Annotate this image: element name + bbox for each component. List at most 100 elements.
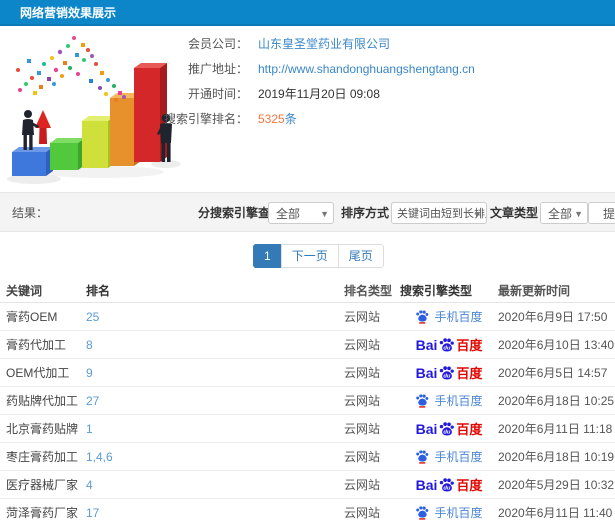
rank-link[interactable]: 8	[86, 338, 344, 352]
ranking-count-unit: 条	[284, 112, 297, 126]
rank-link[interactable]: 17	[86, 506, 344, 520]
engine-type-cell: 手机百度	[400, 308, 498, 325]
ranking-count-value[interactable]: 5325条	[258, 110, 297, 127]
info-row-open-time: 开通时间： 2019年11月20日 09:08	[158, 81, 615, 106]
sort-filter-label: 排序方式	[341, 206, 390, 220]
header-keyword: 关键词	[6, 283, 43, 298]
svg-text:du: du	[444, 346, 452, 352]
table-header-row: 关键词 排名 排名类型 搜索引擎类型 最新更新时间	[0, 278, 615, 303]
company-link[interactable]: 山东皇圣堂药业有限公司	[258, 35, 390, 52]
keyword-cell: OEM代加工	[6, 366, 70, 380]
engine-filter-select[interactable]: 全部 ▼	[268, 202, 334, 224]
rank-type-cell: 云网站	[344, 506, 381, 520]
table-row: 膏药OEM 25 云网站 手机百度 2020年6月9日 17:50	[0, 303, 615, 331]
rank-type-cell: 云网站	[344, 450, 381, 464]
keyword-cell: 膏药代加工	[6, 338, 67, 352]
baidu-paw-icon: du	[440, 366, 455, 380]
baidu-logo: Bai du 百度	[416, 419, 483, 438]
article-type-value: 全部	[548, 207, 573, 221]
businessman-left	[22, 110, 39, 150]
baidu-logo: Bai du 百度	[416, 363, 483, 382]
mobile-baidu-paw-icon	[416, 506, 429, 520]
last-page-button[interactable]: 尾页	[337, 244, 384, 268]
rank-type-cell: 云网站	[344, 478, 381, 492]
mobile-baidu-paw-icon	[416, 310, 429, 324]
baidu-logo-cn: 百度	[456, 422, 483, 437]
open-time-label: 开通时间：	[187, 87, 248, 101]
rank-type-cell: 云网站	[344, 338, 381, 352]
keyword-cell: 药贴牌代加工	[6, 394, 79, 408]
result-label: 结果：	[12, 206, 49, 220]
engine-type-cell: 手机百度	[400, 392, 498, 409]
updated-cell: 2020年6月5日 14:57	[498, 366, 608, 380]
sort-filter-select[interactable]: 关键词由短到长排序 ▼	[391, 202, 487, 224]
keyword-cell: 北京膏药贴牌	[6, 422, 79, 436]
rank-link[interactable]: 1	[86, 422, 344, 436]
engine-type-cell: Bai du 百度	[400, 335, 498, 354]
promo-url-label: 推广地址：	[187, 62, 248, 76]
rank-type-cell: 云网站	[344, 310, 381, 324]
company-info-panel: 会员公司： 山东皇圣堂药业有限公司 推广地址： http://www.shand…	[158, 31, 615, 131]
chevron-down-icon: ▼	[320, 209, 329, 219]
svg-text:du: du	[444, 430, 452, 436]
updated-cell: 2020年6月9日 17:50	[498, 310, 608, 324]
rank-type-cell: 云网站	[344, 394, 381, 408]
rank-link[interactable]: 27	[86, 394, 344, 408]
baidu-logo-bai: Bai	[415, 336, 438, 353]
engine-filter-value: 全部	[276, 207, 301, 221]
baidu-paw-icon: du	[440, 338, 455, 352]
rank-link[interactable]: 25	[86, 310, 344, 324]
updated-cell: 2020年6月11日 11:40	[498, 506, 613, 520]
keyword-cell: 医疗器械厂家	[6, 478, 79, 492]
mobile-baidu-logo: 手机百度	[415, 448, 483, 465]
rank-type-cell: 云网站	[344, 366, 381, 380]
table-row: 枣庄膏药加工 1,4,6 云网站 手机百度 2020年6月18日 10:19	[0, 443, 615, 471]
table-body: 膏药OEM 25 云网站 手机百度 2020年6月9日 17:50 膏药代加工 8 云网站 Ba…	[0, 303, 615, 520]
baidu-logo-bai: Bai	[415, 364, 438, 381]
header-engine-type: 搜索引擎类型	[400, 283, 473, 298]
bar-chart-illustration	[7, 36, 181, 184]
engine-type-cell: 手机百度	[400, 504, 498, 520]
article-type-select[interactable]: 全部 ▼	[540, 202, 588, 224]
table-row: 北京膏药贴牌 1 云网站 Bai du 百度 2020年6月11日 11:18	[0, 415, 615, 443]
page-1-button[interactable]: 1	[253, 244, 282, 268]
table-row: 药贴牌代加工 27 云网站 手机百度 2020年6月18日 10:25	[0, 387, 615, 415]
mobile-baidu-label: 手机百度	[434, 394, 483, 408]
mobile-baidu-label: 手机百度	[434, 506, 483, 520]
updated-cell: 2020年5月29日 10:32	[498, 478, 615, 492]
baidu-logo-cn: 百度	[456, 338, 483, 353]
engine-type-cell: Bai du 百度	[400, 475, 498, 494]
updated-cell: 2020年6月10日 13:40	[498, 338, 615, 352]
info-row-company: 会员公司： 山东皇圣堂药业有限公司	[158, 31, 615, 56]
engine-type-cell: Bai du 百度	[400, 419, 498, 438]
rank-link[interactable]: 9	[86, 366, 344, 380]
updated-cell: 2020年6月18日 10:19	[498, 450, 615, 464]
keyword-cell: 菏泽膏药厂家	[6, 506, 79, 520]
rank-type-cell: 云网站	[344, 422, 381, 436]
table-row: OEM代加工 9 云网站 Bai du 百度 2020年6月5日 14:57	[0, 359, 615, 387]
info-row-ranking-count: 搜索引擎排名： 5325条	[158, 106, 615, 131]
mobile-baidu-label: 手机百度	[434, 310, 483, 324]
article-type-label: 文章类型	[490, 206, 539, 220]
updated-cell: 2020年6月18日 10:25	[498, 394, 615, 408]
svg-text:du: du	[444, 486, 452, 492]
next-page-button[interactable]: 下一页	[280, 244, 339, 268]
mobile-baidu-logo: 手机百度	[415, 392, 483, 409]
info-row-url: 推广地址： http://www.shandonghuangshengtang.…	[158, 56, 615, 81]
page-title: 网络营销效果展示	[0, 0, 615, 26]
ranking-count-number: 5325	[258, 112, 285, 126]
rank-link[interactable]: 4	[86, 478, 344, 492]
updated-cell: 2020年6月11日 11:18	[498, 422, 613, 436]
chevron-down-icon: ▼	[574, 209, 583, 219]
chevron-down-icon: ▼	[473, 209, 482, 219]
rank-link[interactable]: 1,4,6	[86, 450, 344, 464]
pagination: 1 下一页 尾页	[253, 244, 384, 268]
baidu-paw-icon: du	[440, 478, 455, 492]
baidu-paw-icon: du	[440, 422, 455, 436]
promo-url-link[interactable]: http://www.shandonghuangshengtang.cn	[258, 62, 475, 76]
header-rank: 排名	[86, 283, 111, 298]
submit-button[interactable]: 提交	[588, 202, 615, 224]
baidu-logo-cn: 百度	[456, 366, 483, 381]
mobile-baidu-logo: 手机百度	[415, 504, 483, 520]
mobile-baidu-paw-icon	[416, 394, 429, 408]
